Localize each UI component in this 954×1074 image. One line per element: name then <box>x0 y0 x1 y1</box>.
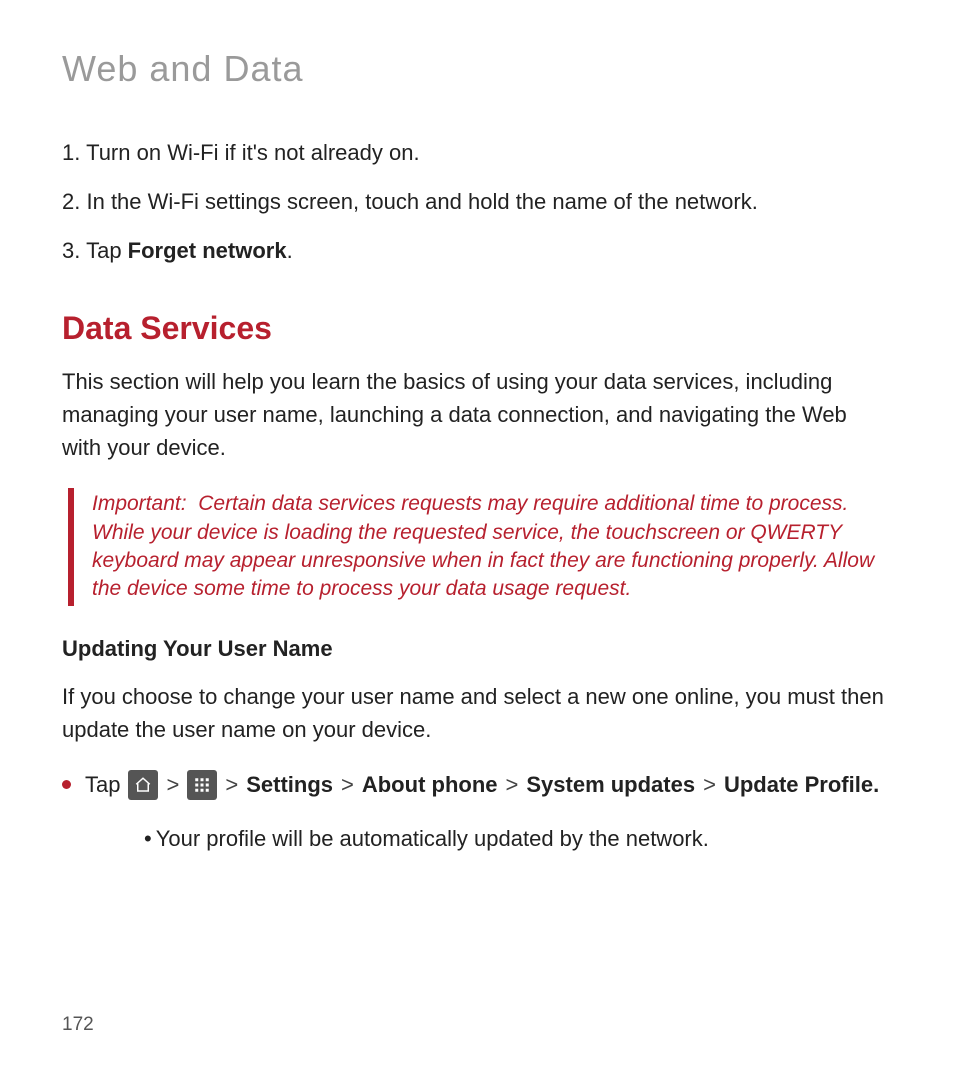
step-3-bold: Forget network <box>128 238 287 263</box>
subheading-updating-user-name: Updating Your User Name <box>62 636 892 662</box>
path-system-updates: System updates <box>526 772 695 798</box>
step-3: 3. Tap Forget network. <box>62 236 892 267</box>
step-3-num: 3. <box>62 238 80 263</box>
step-3-post: . <box>287 238 293 263</box>
page-title: Web and Data <box>62 48 892 90</box>
step-1: 1. Turn on Wi-Fi if it's not already on. <box>62 138 892 169</box>
home-icon <box>128 770 158 800</box>
step-2-num: 2. <box>62 189 80 214</box>
separator-3: > <box>341 772 354 798</box>
separator-5: > <box>703 772 716 798</box>
tap-path-line: Tap > > Settings > About phone > System … <box>62 770 892 800</box>
section-body: This section will help you learn the bas… <box>62 365 892 464</box>
section-heading-data-services: Data Services <box>62 310 892 347</box>
path-update-profile: Update Profile. <box>724 772 879 798</box>
bullet-icon <box>62 780 71 789</box>
sub-bullet-profile-updated: Your profile will be automatically updat… <box>144 822 892 855</box>
sub-body: If you choose to change your user name a… <box>62 680 892 746</box>
path-settings: Settings <box>246 772 333 798</box>
separator-2: > <box>225 772 238 798</box>
tap-label: Tap <box>85 772 120 798</box>
step-1-text: Turn on Wi-Fi if it's not already on. <box>86 140 420 165</box>
separator-4: > <box>506 772 519 798</box>
callout-text: Important: Certain data services request… <box>92 490 892 603</box>
path-about-phone: About phone <box>362 772 498 798</box>
callout-lead: Important: <box>92 492 187 515</box>
callout-body: Certain data services requests may requi… <box>92 492 874 600</box>
step-3-pre: Tap <box>86 238 128 263</box>
page-number: 172 <box>62 1014 94 1036</box>
step-1-num: 1. <box>62 140 80 165</box>
important-callout: Important: Certain data services request… <box>68 488 892 605</box>
apps-grid-icon <box>187 770 217 800</box>
step-2: 2. In the Wi-Fi settings screen, touch a… <box>62 187 892 218</box>
separator-1: > <box>166 772 179 798</box>
step-2-text: In the Wi-Fi settings screen, touch and … <box>86 189 757 214</box>
